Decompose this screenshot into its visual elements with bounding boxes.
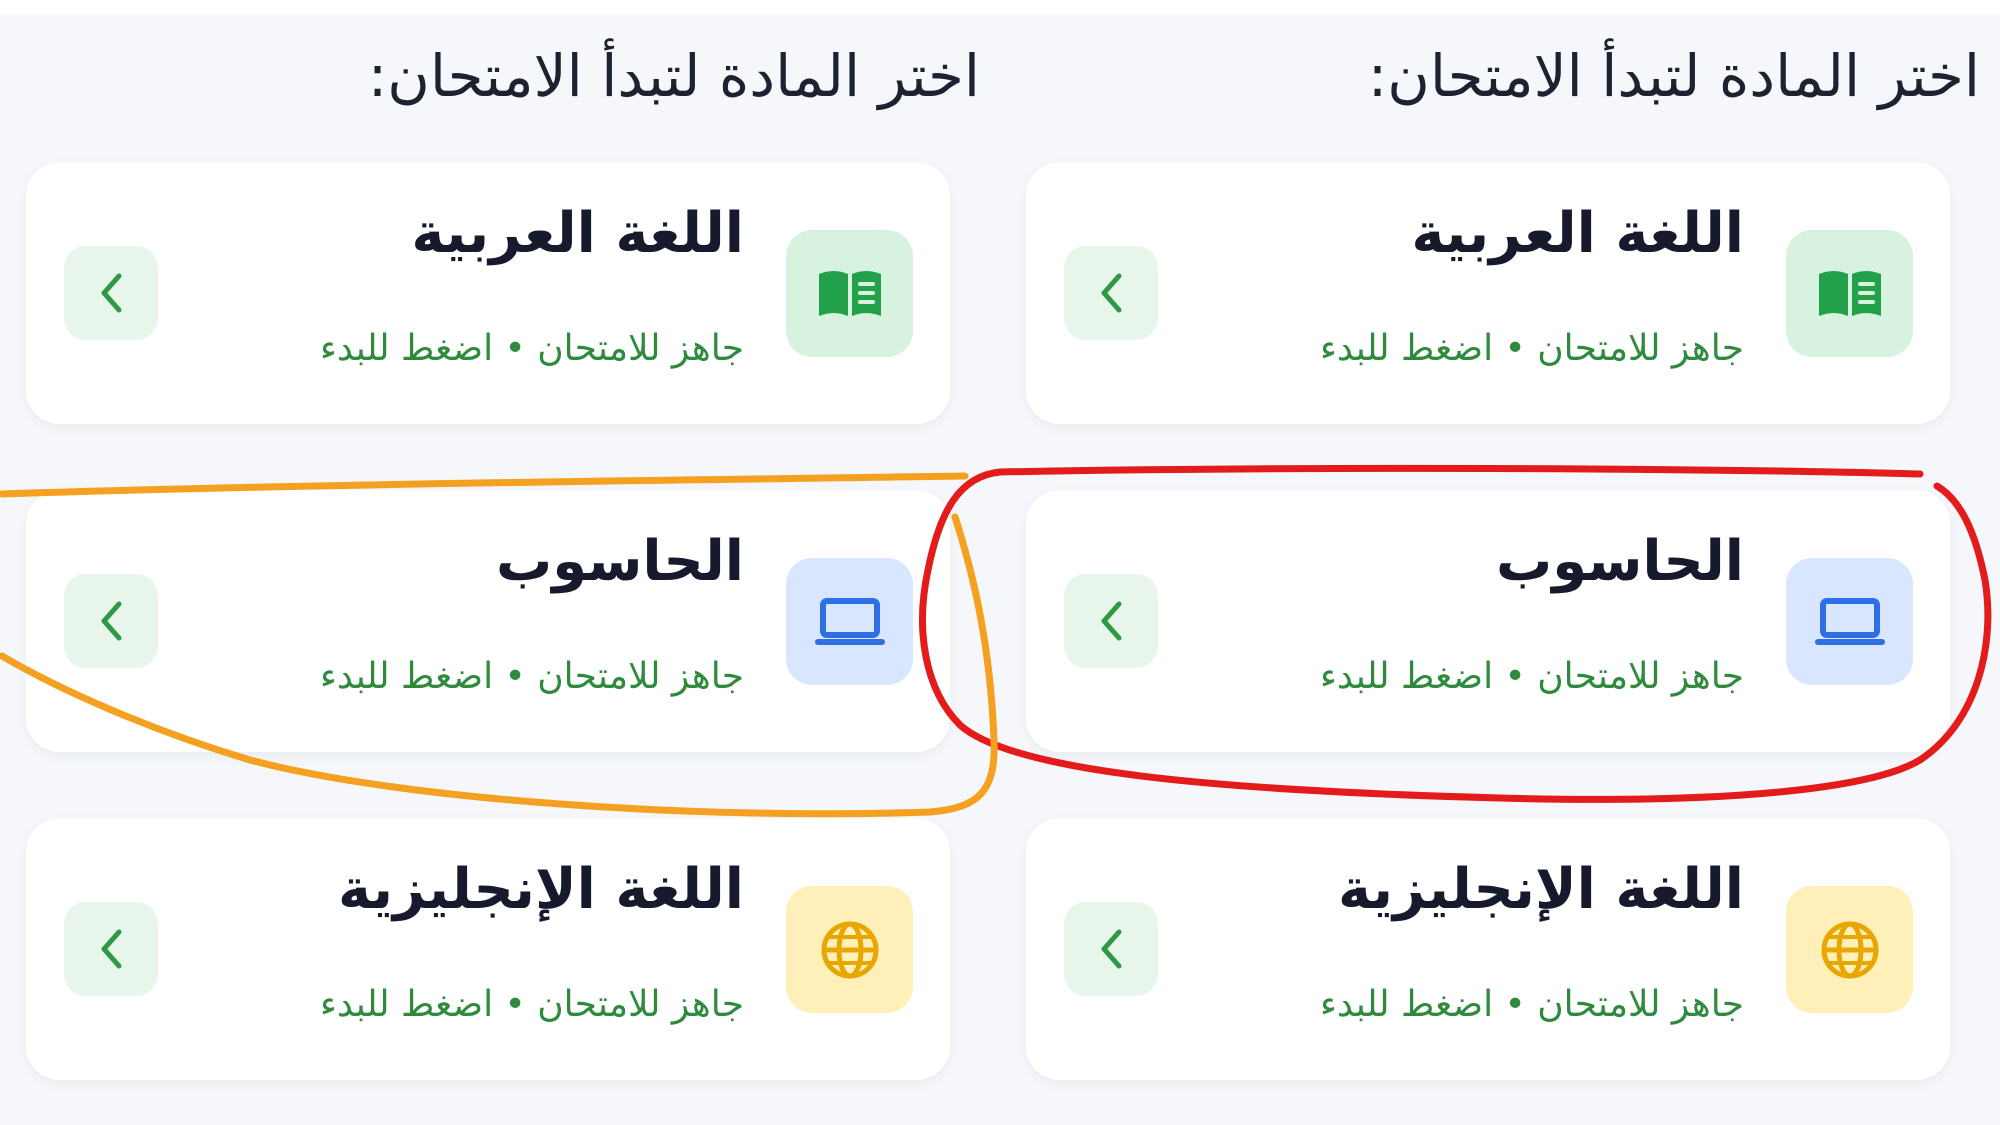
subject-card-computer[interactable]: الحاسوب جاهز للامتحان • اضغط للبدء — [26, 490, 950, 752]
laptop-icon — [1814, 597, 1885, 645]
page-heading: اختر المادة لتبدأ الامتحان: — [367, 42, 980, 110]
chevron-left-icon — [1101, 273, 1122, 313]
chevron-left-icon — [1101, 601, 1122, 641]
subject-status: جاهز للامتحان • اضغط للبدء — [319, 984, 744, 1025]
subject-icon-tile — [1786, 230, 1913, 357]
subject-card-arabic[interactable]: اللغة العربية جاهز للامتحان • اضغط للبدء — [26, 162, 950, 424]
chevron-left-icon — [101, 273, 122, 313]
subject-card-arabic[interactable]: اللغة العربية جاهز للامتحان • اضغط للبدء — [1026, 162, 1950, 424]
globe-icon — [1821, 921, 1878, 978]
laptop-icon — [814, 597, 885, 645]
open-subject-button[interactable] — [64, 574, 158, 668]
screen-right: اختر المادة لتبدأ الامتحان: اللغة العربي… — [1020, 0, 1980, 1125]
subject-title: الحاسوب — [1495, 529, 1744, 594]
subject-icon-tile — [786, 886, 913, 1013]
subject-status: جاهز للامتحان • اضغط للبدء — [319, 328, 744, 369]
subject-icon-tile — [786, 230, 913, 357]
subject-card-computer[interactable]: الحاسوب جاهز للامتحان • اضغط للبدء — [1026, 490, 1950, 752]
subject-status: جاهز للامتحان • اضغط للبدء — [319, 656, 744, 697]
open-subject-button[interactable] — [1064, 902, 1158, 996]
subject-title: اللغة العربية — [1411, 201, 1744, 266]
comparison-screenshot: اختر المادة لتبدأ الامتحان: اللغة العربي… — [0, 0, 2000, 1125]
open-subject-button[interactable] — [64, 246, 158, 340]
chevron-left-icon — [1101, 929, 1122, 969]
subject-title: الحاسوب — [495, 529, 744, 594]
subject-card-english[interactable]: اللغة الإنجليزية جاهز للامتحان • اضغط لل… — [1026, 818, 1950, 1080]
open-subject-button[interactable] — [1064, 574, 1158, 668]
subject-card-english[interactable]: اللغة الإنجليزية جاهز للامتحان • اضغط لل… — [26, 818, 950, 1080]
subject-icon-tile — [786, 558, 913, 685]
globe-icon — [821, 921, 878, 978]
subject-status: جاهز للامتحان • اضغط للبدء — [1319, 328, 1744, 369]
open-subject-button[interactable] — [64, 902, 158, 996]
chevron-left-icon — [101, 601, 122, 641]
screen-left: اختر المادة لتبدأ الامتحان: اللغة العربي… — [20, 0, 980, 1125]
subject-title: اللغة الإنجليزية — [338, 857, 744, 922]
chevron-left-icon — [101, 929, 122, 969]
subject-icon-tile — [1786, 558, 1913, 685]
subject-status: جاهز للامتحان • اضغط للبدء — [1319, 656, 1744, 697]
subject-icon-tile — [1786, 886, 1913, 1013]
book-icon — [818, 270, 881, 316]
subject-title: اللغة الإنجليزية — [1338, 857, 1744, 922]
open-subject-button[interactable] — [1064, 246, 1158, 340]
subject-status: جاهز للامتحان • اضغط للبدء — [1319, 984, 1744, 1025]
page-heading: اختر المادة لتبدأ الامتحان: — [1367, 42, 1980, 110]
book-icon — [1818, 270, 1881, 316]
subject-title: اللغة العربية — [411, 201, 744, 266]
